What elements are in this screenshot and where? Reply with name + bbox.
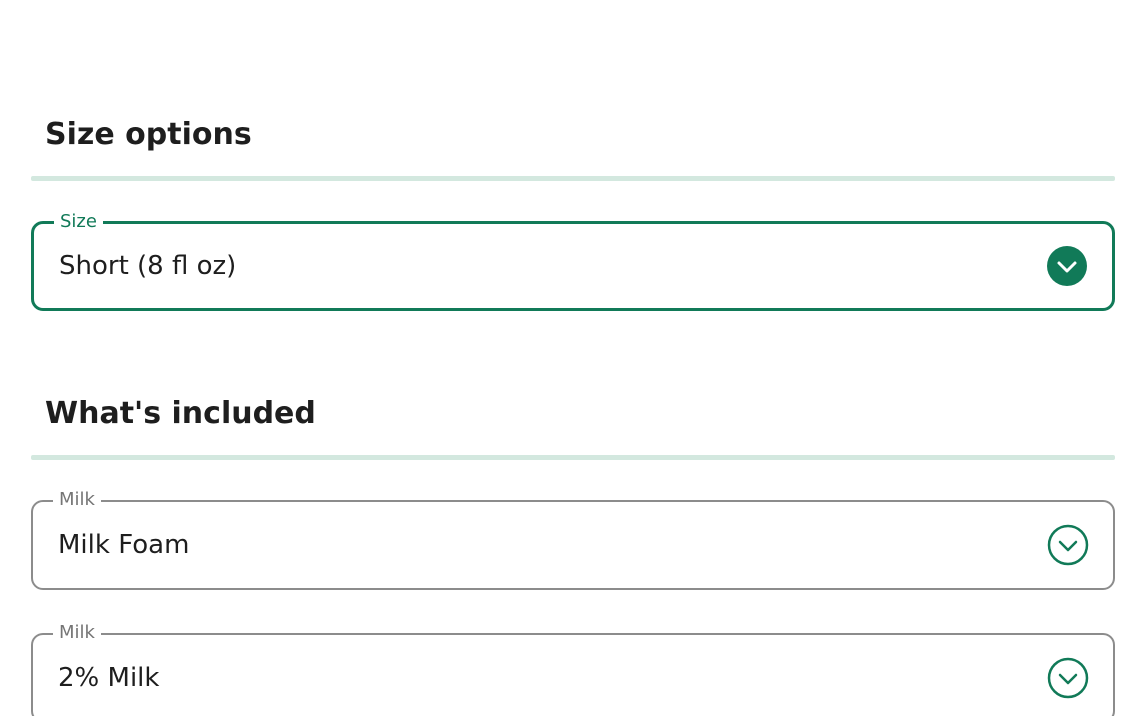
chevron-down-circle-icon	[1047, 524, 1089, 566]
milk-select-value: Milk Foam	[58, 530, 190, 560]
section-divider	[31, 455, 1115, 460]
milk-select-label: Milk	[53, 623, 101, 643]
whats-included-heading: What's included	[45, 396, 316, 431]
chevron-down-circle-icon	[1047, 657, 1089, 699]
size-options-heading: Size options	[45, 117, 252, 152]
size-select[interactable]: Size Short (8 fl oz)	[31, 212, 1115, 311]
milk-foam-select[interactable]: Milk Milk Foam	[31, 490, 1115, 590]
product-customization-page: Size options Size Short (8 fl oz) What's…	[0, 0, 1146, 716]
check-circle-filled-icon	[1046, 245, 1088, 287]
milk-type-select[interactable]: Milk 2% Milk	[31, 623, 1115, 716]
section-divider	[31, 176, 1115, 181]
milk-select-value: 2% Milk	[58, 663, 160, 693]
size-select-label: Size	[54, 212, 103, 232]
size-select-value: Short (8 fl oz)	[59, 251, 237, 281]
milk-select-label: Milk	[53, 490, 101, 510]
